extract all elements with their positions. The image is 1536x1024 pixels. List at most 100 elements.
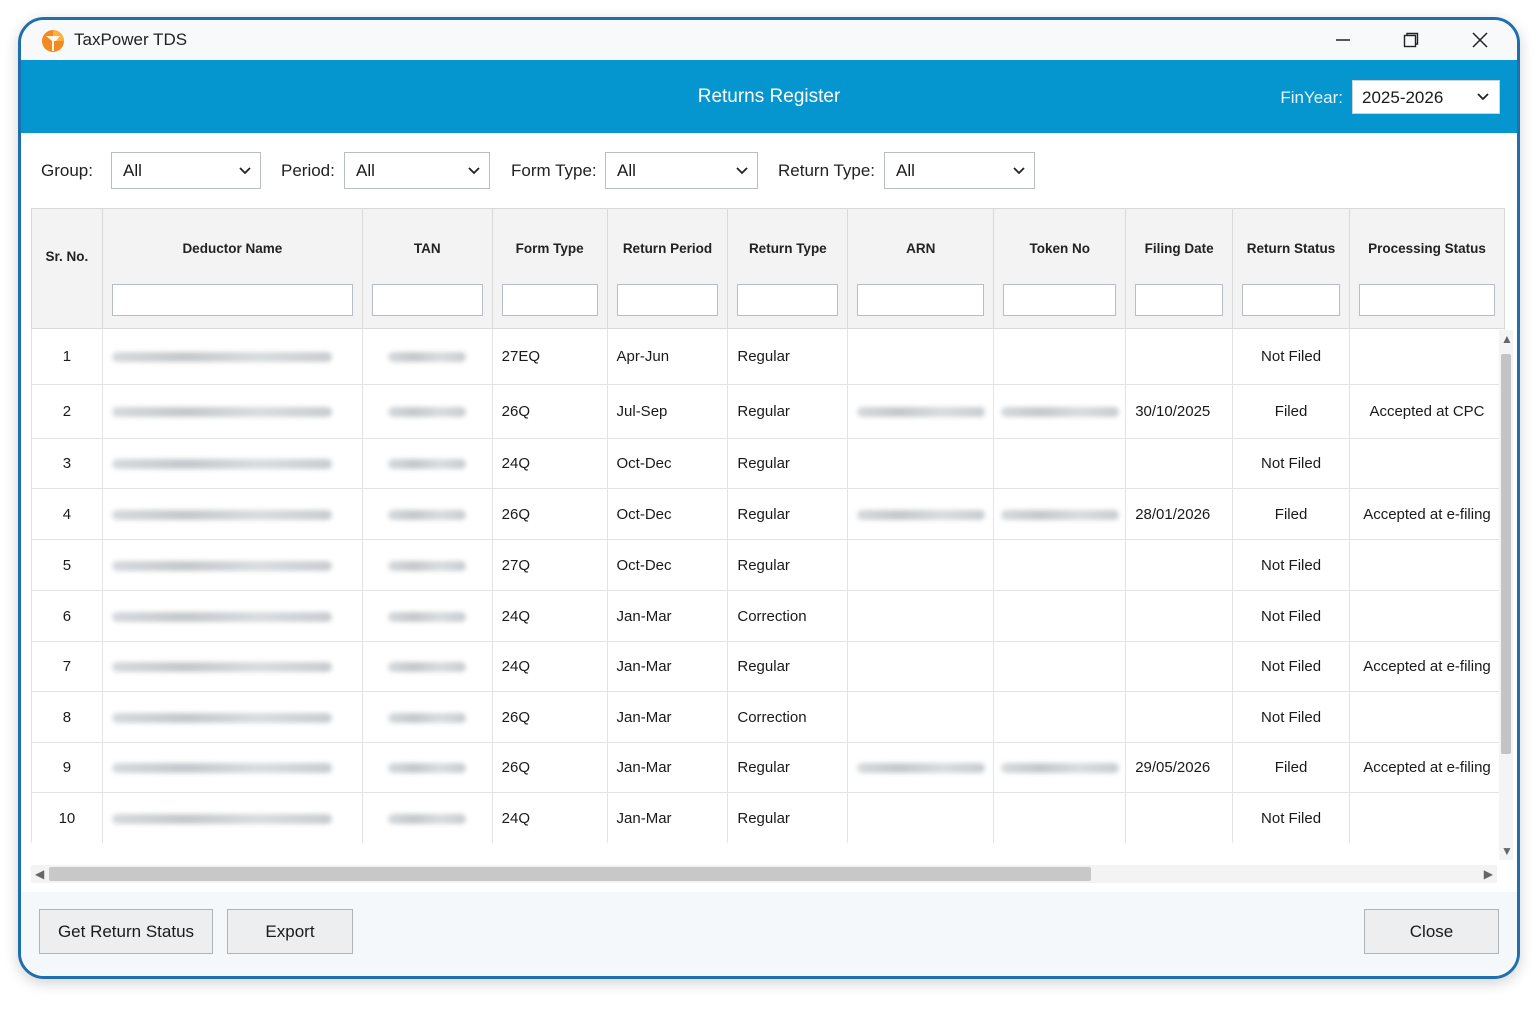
return-period-filter-input[interactable] <box>616 284 719 316</box>
cell-return-period: Apr-Jun <box>606 328 729 385</box>
group-select[interactable]: All <box>111 152 261 189</box>
scroll-up-icon[interactable]: ▲ <box>1501 332 1513 346</box>
scroll-down-icon[interactable]: ▼ <box>1501 844 1513 858</box>
cell-return-period: Jan-Mar <box>606 641 729 692</box>
cell-token-no <box>993 590 1127 642</box>
returns-table: Sr. No. Deductor Name TAN Form Type Retu… <box>31 208 1505 843</box>
processing-status-filter-input[interactable] <box>1358 284 1495 316</box>
finyear-select[interactable]: 2025-2026 <box>1352 80 1500 114</box>
period-label: Period: <box>281 161 335 180</box>
cell-token-no <box>993 742 1127 793</box>
col-header-tan[interactable]: TAN <box>361 208 493 329</box>
cell-return-status: Not Filed <box>1232 590 1350 642</box>
scroll-left-icon[interactable]: ◀ <box>35 867 44 881</box>
filing-date-filter-input[interactable] <box>1135 284 1224 316</box>
deductor-name-filter-input[interactable] <box>111 284 353 316</box>
table-row[interactable]: 9 26Q Jan-Mar Regular 29/05/2026 Filed Accepte… <box>31 742 1505 793</box>
redacted-value <box>388 352 467 363</box>
header-banner: Returns Register FinYear: 2025-2026 <box>21 60 1517 133</box>
restore-button[interactable] <box>1381 20 1441 60</box>
return-type-filter-input[interactable] <box>737 284 839 316</box>
tan-filter-input[interactable] <box>371 284 483 316</box>
redacted-value <box>856 763 985 774</box>
redacted-value <box>1000 763 1119 774</box>
table-row[interactable]: 8 26Q Jan-Mar Correction Not Filed <box>31 691 1505 743</box>
cell-sr-no: 10 <box>31 792 103 843</box>
vertical-scrollbar[interactable]: ▲ ▼ <box>1499 330 1513 860</box>
cell-sr-no: 2 <box>31 384 103 439</box>
col-header-token-no[interactable]: Token No <box>993 208 1127 329</box>
period-select[interactable]: All <box>344 152 490 189</box>
cell-return-status: Not Filed <box>1232 792 1350 843</box>
cell-return-status: Filed <box>1232 488 1350 540</box>
cell-tan <box>361 691 493 743</box>
redacted-value <box>111 712 332 723</box>
col-header-deductor-name[interactable]: Deductor Name <box>101 208 363 329</box>
cell-processing-status <box>1348 792 1505 843</box>
cell-filing-date: 29/05/2026 <box>1125 742 1234 793</box>
token-no-filter-input[interactable] <box>1003 284 1117 316</box>
cell-sr-no: 8 <box>31 691 103 743</box>
cell-token-no <box>993 641 1127 692</box>
col-header-return-type[interactable]: Return Type <box>727 208 849 329</box>
cell-form-type: 26Q <box>491 691 608 743</box>
cell-return-period: Oct-Dec <box>606 539 729 591</box>
table-row[interactable]: 7 24Q Jan-Mar Regular Not Filed Accepted at e… <box>31 641 1505 692</box>
col-label: Return Type <box>748 241 827 256</box>
table-row[interactable]: 6 24Q Jan-Mar Correction Not Filed <box>31 590 1505 642</box>
col-header-return-period[interactable]: Return Period <box>606 208 729 329</box>
close-window-button[interactable] <box>1450 20 1510 60</box>
footer-bar: Get Return Status Export Close <box>21 892 1517 976</box>
finyear-value: 2025-2026 <box>1362 88 1444 107</box>
col-header-return-status[interactable]: Return Status <box>1232 208 1350 329</box>
redacted-value <box>388 712 467 723</box>
return-status-filter-input[interactable] <box>1242 284 1340 316</box>
col-header-arn[interactable]: ARN <box>847 208 995 329</box>
scroll-right-icon[interactable]: ▶ <box>1484 867 1493 881</box>
redacted-value <box>388 662 467 673</box>
cell-token-no <box>993 539 1127 591</box>
cell-tan <box>361 590 493 642</box>
group-label: Group: <box>41 161 93 180</box>
returntype-select[interactable]: All <box>884 152 1035 189</box>
cell-arn <box>847 792 995 843</box>
vertical-scroll-thumb[interactable] <box>1501 354 1511 754</box>
cell-tan <box>361 539 493 591</box>
minimize-button[interactable] <box>1313 20 1373 60</box>
formtype-select[interactable]: All <box>605 152 758 189</box>
cell-filing-date <box>1125 590 1234 642</box>
col-header-processing-status[interactable]: Processing Status <box>1348 208 1505 329</box>
minimize-icon <box>1336 39 1350 41</box>
cell-processing-status <box>1348 438 1505 489</box>
header-row: Sr. No. Deductor Name TAN Form Type Retu… <box>31 208 1505 329</box>
col-header-form-type[interactable]: Form Type <box>491 208 608 329</box>
get-return-status-button[interactable]: Get Return Status <box>39 909 213 954</box>
arn-filter-input[interactable] <box>857 284 985 316</box>
table-row[interactable]: 10 24Q Jan-Mar Regular Not Filed <box>31 792 1505 843</box>
table-row[interactable]: 2 26Q Jul-Sep Regular 30/10/2025 Filed Accepte… <box>31 384 1505 439</box>
cell-arn <box>847 488 995 540</box>
export-button[interactable]: Export <box>227 909 353 954</box>
cell-processing-status <box>1348 539 1505 591</box>
cell-return-status: Not Filed <box>1232 438 1350 489</box>
cell-return-type: Correction <box>727 590 849 642</box>
cell-tan <box>361 742 493 793</box>
redacted-value <box>111 509 332 520</box>
cell-filing-date <box>1125 539 1234 591</box>
redacted-value <box>1000 407 1119 418</box>
table-row[interactable]: 1 27EQ Apr-Jun Regular Not Filed <box>31 328 1505 385</box>
col-header-filing-date[interactable]: Filing Date <box>1125 208 1234 329</box>
cell-sr-no: 3 <box>31 438 103 489</box>
horizontal-scrollbar[interactable]: ◀ ▶ <box>31 865 1497 883</box>
close-button[interactable]: Close <box>1364 909 1499 954</box>
cell-sr-no: 4 <box>31 488 103 540</box>
cell-deductor-name <box>101 742 363 793</box>
horizontal-scroll-thumb[interactable] <box>49 867 1091 881</box>
cell-arn <box>847 438 995 489</box>
table-row[interactable]: 3 24Q Oct-Dec Regular Not Filed <box>31 438 1505 489</box>
chevron-down-icon <box>1013 167 1025 175</box>
col-header-sr-no[interactable]: Sr. No. <box>31 208 103 329</box>
form-type-filter-input[interactable] <box>501 284 598 316</box>
table-row[interactable]: 5 27Q Oct-Dec Regular Not Filed <box>31 539 1505 591</box>
table-row[interactable]: 4 26Q Oct-Dec Regular 28/01/2026 Filed Accepte… <box>31 488 1505 540</box>
